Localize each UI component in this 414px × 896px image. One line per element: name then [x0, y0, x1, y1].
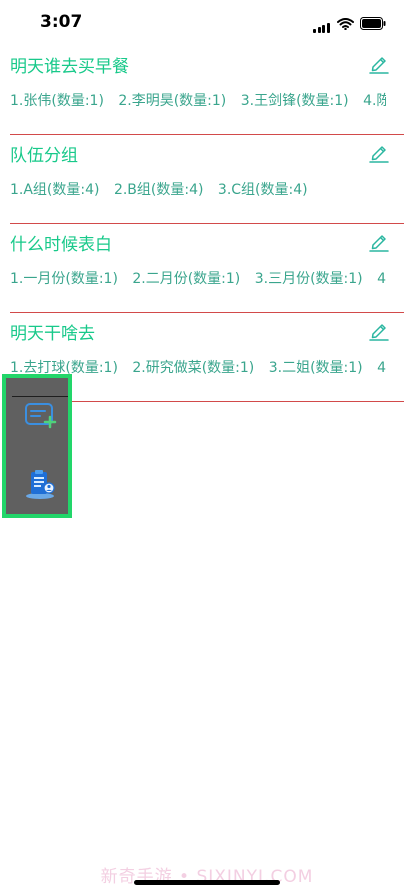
- option-item: 1.一月份(数量:1): [10, 271, 118, 287]
- add-note-icon: [25, 403, 57, 429]
- edit-button[interactable]: [368, 319, 392, 343]
- add-vote-button[interactable]: [21, 396, 61, 436]
- edit-button[interactable]: [368, 141, 392, 165]
- home-indicator: [134, 880, 280, 885]
- clipboard-button[interactable]: [21, 464, 61, 504]
- option-item: 1.张伟(数量:1): [10, 93, 104, 109]
- vote-title: 明天干啥去: [10, 324, 95, 344]
- status-icons: [313, 14, 386, 33]
- option-item: 4.陈…: [363, 93, 386, 109]
- option-item: 2.B组(数量:4): [113, 182, 204, 198]
- option-item: 3.三月份(数量:1): [254, 271, 363, 287]
- edit-button[interactable]: [368, 230, 392, 254]
- wifi-icon: [337, 17, 354, 30]
- cellular-signal-icon: [313, 14, 331, 33]
- option-item: 4.…: [377, 271, 386, 287]
- vote-card[interactable]: 队伍分组 1.A组(数量:4) 2.B组(数量:4) 3.C组(数量:4): [0, 135, 414, 224]
- option-item: 2.李明昊(数量:1): [118, 93, 227, 109]
- option-item: 3.王剑锋(数量:1): [240, 93, 349, 109]
- status-bar: 3:07: [0, 0, 414, 46]
- vote-title: 明天谁去买早餐: [10, 57, 129, 77]
- vote-options: 1.张伟(数量:1) 2.李明昊(数量:1) 3.王剑锋(数量:1) 4.陈…: [10, 90, 386, 110]
- status-time: 3:07: [40, 12, 83, 32]
- option-item: 4.…: [377, 360, 386, 376]
- vote-options: 1.A组(数量:4) 2.B组(数量:4) 3.C组(数量:4): [10, 179, 386, 199]
- vote-title: 队伍分组: [10, 146, 78, 166]
- option-item: 2.研究做菜(数量:1): [132, 360, 255, 376]
- vote-card[interactable]: 什么时候表白 1.一月份(数量:1) 2.二月份(数量:1) 3.三月份(数量:…: [0, 224, 414, 313]
- vote-card[interactable]: 明天谁去买早餐 1.张伟(数量:1) 2.李明昊(数量:1) 3.王剑锋(数量:…: [0, 46, 414, 135]
- option-item: 1.A组(数量:4): [10, 182, 100, 198]
- edit-button[interactable]: [368, 52, 392, 76]
- pencil-edit-icon: [369, 235, 389, 252]
- pencil-edit-icon: [369, 146, 389, 163]
- clipboard-person-icon: [26, 470, 55, 499]
- pencil-edit-icon: [369, 57, 389, 74]
- battery-icon: [360, 17, 386, 30]
- option-item: 2.二月份(数量:1): [132, 271, 241, 287]
- option-item: 3.二姐(数量:1): [268, 360, 363, 376]
- vote-options: 1.一月份(数量:1) 2.二月份(数量:1) 3.三月份(数量:1) 4.…: [10, 268, 386, 288]
- floating-action-panel: [2, 374, 72, 518]
- vote-title: 什么时候表白: [10, 235, 112, 255]
- vote-list: 明天谁去买早餐 1.张伟(数量:1) 2.李明昊(数量:1) 3.王剑锋(数量:…: [0, 46, 414, 402]
- pencil-edit-icon: [369, 324, 389, 341]
- option-item: 3.C组(数量:4): [217, 182, 308, 198]
